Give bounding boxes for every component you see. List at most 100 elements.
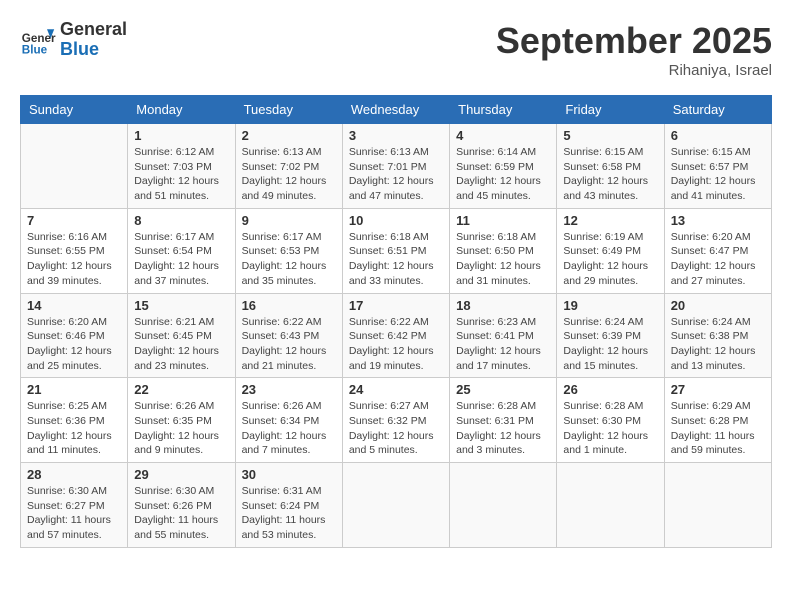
month-year: September 2025 (496, 20, 772, 62)
logo-icon: General Blue (20, 22, 56, 58)
day-info: Sunrise: 6:22 AMSunset: 6:43 PMDaylight:… (242, 315, 336, 374)
calendar-cell: 8 Sunrise: 6:17 AMSunset: 6:54 PMDaylight… (128, 208, 235, 293)
calendar-cell: 3 Sunrise: 6:13 AMSunset: 7:01 PMDaylight… (342, 124, 449, 209)
day-number: 29 (134, 467, 228, 482)
calendar-cell: 2 Sunrise: 6:13 AMSunset: 7:02 PMDaylight… (235, 124, 342, 209)
day-info: Sunrise: 6:25 AMSunset: 6:36 PMDaylight:… (27, 399, 121, 458)
column-header-saturday: Saturday (664, 96, 771, 124)
day-info: Sunrise: 6:20 AMSunset: 6:46 PMDaylight:… (27, 315, 121, 374)
header-row: SundayMondayTuesdayWednesdayThursdayFrid… (21, 96, 772, 124)
calendar-cell: 19 Sunrise: 6:24 AMSunset: 6:39 PMDayligh… (557, 293, 664, 378)
calendar-cell: 25 Sunrise: 6:28 AMSunset: 6:31 PMDayligh… (450, 378, 557, 463)
day-number: 14 (27, 298, 121, 313)
calendar-cell (450, 463, 557, 548)
calendar-cell: 22Sunrise: 6:26 AMSunset: 6:35 PMDayligh… (128, 378, 235, 463)
calendar-cell (21, 124, 128, 209)
day-info: Sunrise: 6:15 AMSunset: 6:58 PMDaylight:… (563, 145, 657, 204)
location: Rihaniya, Israel (496, 62, 772, 79)
day-number: 3 (349, 128, 443, 143)
calendar-cell: 7 Sunrise: 6:16 AMSunset: 6:55 PMDaylight… (21, 208, 128, 293)
calendar-cell: 18Sunrise: 6:23 AMSunset: 6:41 PMDayligh… (450, 293, 557, 378)
calendar-cell (342, 463, 449, 548)
day-number: 5 (563, 128, 657, 143)
calendar-cell: 27 Sunrise: 6:29 AMSunset: 6:28 PMDayligh… (664, 378, 771, 463)
calendar-cell: 30Sunrise: 6:31 AMSunset: 6:24 PMDayligh… (235, 463, 342, 548)
day-number: 15 (134, 298, 228, 313)
day-info: Sunrise: 6:17 AMSunset: 6:54 PMDaylight:… (134, 230, 228, 289)
calendar-cell (557, 463, 664, 548)
day-info: Sunrise: 6:21 AMSunset: 6:45 PMDaylight:… (134, 315, 228, 374)
calendar-cell: 14 Sunrise: 6:20 AMSunset: 6:46 PMDayligh… (21, 293, 128, 378)
week-row-1: 1 Sunrise: 6:12 AMSunset: 7:03 PMDaylight… (21, 124, 772, 209)
calendar-table: SundayMondayTuesdayWednesdayThursdayFrid… (20, 95, 772, 548)
day-number: 2 (242, 128, 336, 143)
day-info: Sunrise: 6:16 AMSunset: 6:55 PMDaylight:… (27, 230, 121, 289)
day-info: Sunrise: 6:17 AMSunset: 6:53 PMDaylight:… (242, 230, 336, 289)
calendar-cell: 5 Sunrise: 6:15 AMSunset: 6:58 PMDaylight… (557, 124, 664, 209)
day-number: 4 (456, 128, 550, 143)
column-header-thursday: Thursday (450, 96, 557, 124)
day-info: Sunrise: 6:30 AMSunset: 6:27 PMDaylight:… (27, 484, 121, 543)
svg-text:Blue: Blue (22, 43, 48, 56)
calendar-cell: 26Sunrise: 6:28 AMSunset: 6:30 PMDayligh… (557, 378, 664, 463)
column-header-monday: Monday (128, 96, 235, 124)
day-info: Sunrise: 6:18 AMSunset: 6:51 PMDaylight:… (349, 230, 443, 289)
day-info: Sunrise: 6:18 AMSunset: 6:50 PMDaylight:… (456, 230, 550, 289)
week-row-3: 14 Sunrise: 6:20 AMSunset: 6:46 PMDayligh… (21, 293, 772, 378)
day-info: Sunrise: 6:29 AMSunset: 6:28 PMDaylight:… (671, 399, 765, 458)
calendar-cell: 13 Sunrise: 6:20 AMSunset: 6:47 PMDayligh… (664, 208, 771, 293)
column-header-friday: Friday (557, 96, 664, 124)
day-number: 23 (242, 382, 336, 397)
calendar-cell: 17Sunrise: 6:22 AMSunset: 6:42 PMDayligh… (342, 293, 449, 378)
day-number: 21 (27, 382, 121, 397)
calendar-cell: 29 Sunrise: 6:30 AMSunset: 6:26 PMDayligh… (128, 463, 235, 548)
day-info: Sunrise: 6:20 AMSunset: 6:47 PMDaylight:… (671, 230, 765, 289)
week-row-4: 21 Sunrise: 6:25 AMSunset: 6:36 PMDayligh… (21, 378, 772, 463)
day-number: 24 (349, 382, 443, 397)
day-info: Sunrise: 6:13 AMSunset: 7:01 PMDaylight:… (349, 145, 443, 204)
calendar-cell: 28 Sunrise: 6:30 AMSunset: 6:27 PMDayligh… (21, 463, 128, 548)
calendar-cell: 10Sunrise: 6:18 AMSunset: 6:51 PMDayligh… (342, 208, 449, 293)
month-title: September 2025 Rihaniya, Israel (496, 20, 772, 79)
calendar-cell: 9 Sunrise: 6:17 AMSunset: 6:53 PMDaylight… (235, 208, 342, 293)
day-number: 8 (134, 213, 228, 228)
day-info: Sunrise: 6:14 AMSunset: 6:59 PMDaylight:… (456, 145, 550, 204)
calendar-cell: 15 Sunrise: 6:21 AMSunset: 6:45 PMDayligh… (128, 293, 235, 378)
calendar-cell: 23 Sunrise: 6:26 AMSunset: 6:34 PMDayligh… (235, 378, 342, 463)
day-number: 7 (27, 213, 121, 228)
calendar-cell: 12Sunrise: 6:19 AMSunset: 6:49 PMDayligh… (557, 208, 664, 293)
calendar-cell: 6Sunrise: 6:15 AMSunset: 6:57 PMDaylight… (664, 124, 771, 209)
logo: General Blue General Blue (20, 20, 127, 60)
calendar-cell (664, 463, 771, 548)
day-info: Sunrise: 6:12 AMSunset: 7:03 PMDaylight:… (134, 145, 228, 204)
day-info: Sunrise: 6:28 AMSunset: 6:30 PMDaylight:… (563, 399, 657, 458)
calendar-cell: 1 Sunrise: 6:12 AMSunset: 7:03 PMDaylight… (128, 124, 235, 209)
calendar-cell: 4 Sunrise: 6:14 AMSunset: 6:59 PMDaylight… (450, 124, 557, 209)
day-info: Sunrise: 6:15 AMSunset: 6:57 PMDaylight:… (671, 145, 765, 204)
day-info: Sunrise: 6:30 AMSunset: 6:26 PMDaylight:… (134, 484, 228, 543)
day-info: Sunrise: 6:22 AMSunset: 6:42 PMDaylight:… (349, 315, 443, 374)
day-number: 16 (242, 298, 336, 313)
day-number: 13 (671, 213, 765, 228)
calendar-cell: 11 Sunrise: 6:18 AMSunset: 6:50 PMDayligh… (450, 208, 557, 293)
day-info: Sunrise: 6:13 AMSunset: 7:02 PMDaylight:… (242, 145, 336, 204)
day-number: 28 (27, 467, 121, 482)
day-number: 9 (242, 213, 336, 228)
column-header-tuesday: Tuesday (235, 96, 342, 124)
day-number: 11 (456, 213, 550, 228)
day-info: Sunrise: 6:23 AMSunset: 6:41 PMDaylight:… (456, 315, 550, 374)
day-number: 12 (563, 213, 657, 228)
day-info: Sunrise: 6:28 AMSunset: 6:31 PMDaylight:… (456, 399, 550, 458)
day-number: 30 (242, 467, 336, 482)
day-info: Sunrise: 6:24 AMSunset: 6:39 PMDaylight:… (563, 315, 657, 374)
day-number: 27 (671, 382, 765, 397)
week-row-5: 28 Sunrise: 6:30 AMSunset: 6:27 PMDayligh… (21, 463, 772, 548)
day-number: 1 (134, 128, 228, 143)
day-info: Sunrise: 6:26 AMSunset: 6:34 PMDaylight:… (242, 399, 336, 458)
day-number: 19 (563, 298, 657, 313)
column-header-sunday: Sunday (21, 96, 128, 124)
day-number: 20 (671, 298, 765, 313)
calendar-cell: 21 Sunrise: 6:25 AMSunset: 6:36 PMDayligh… (21, 378, 128, 463)
day-info: Sunrise: 6:26 AMSunset: 6:35 PMDaylight:… (134, 399, 228, 458)
day-number: 25 (456, 382, 550, 397)
